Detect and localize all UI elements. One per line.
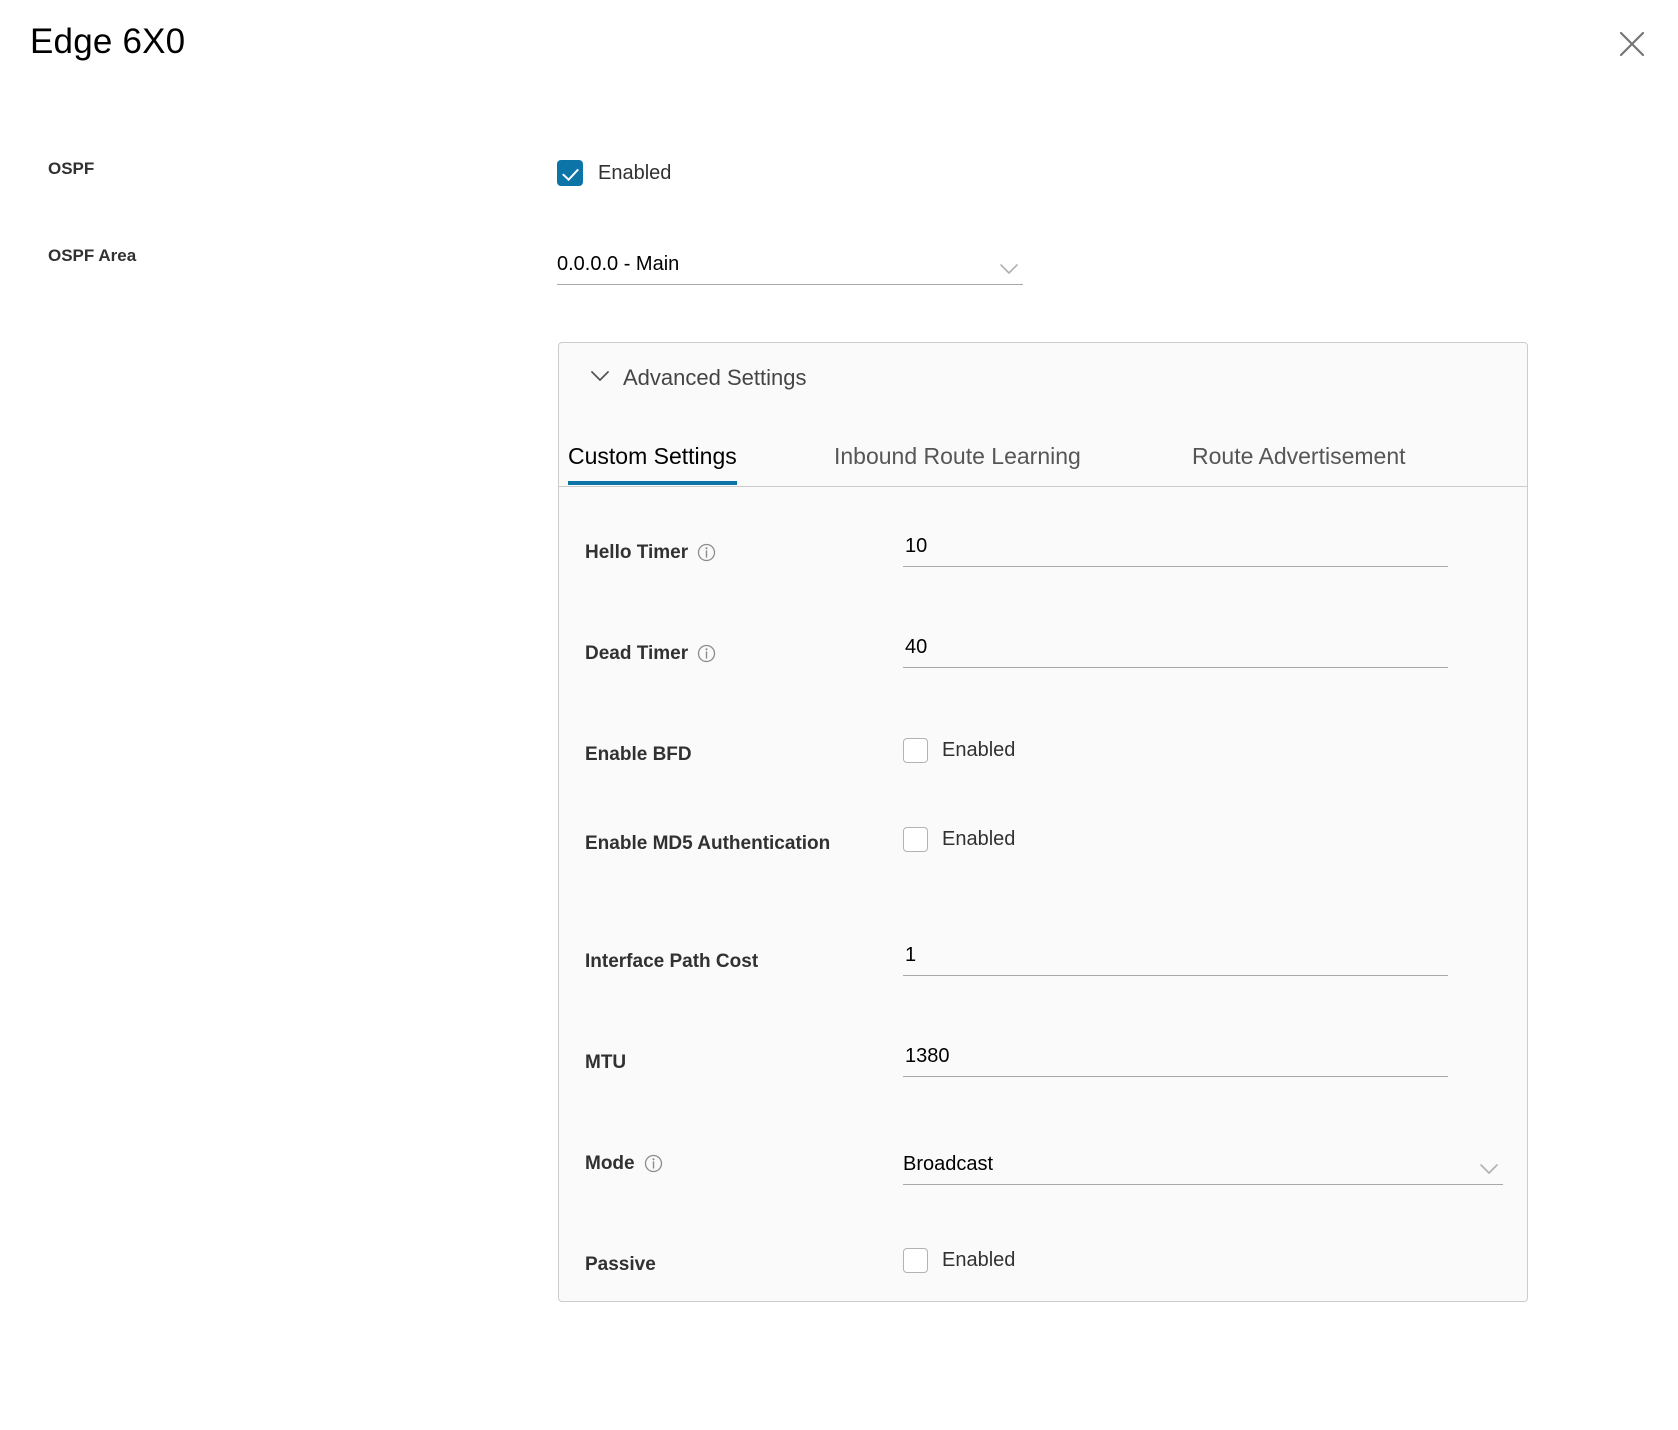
field-row-enable-bfd: Enable BFD Enabled — [559, 737, 1527, 801]
field-row-passive: Passive Enabled — [559, 1247, 1527, 1301]
chevron-down-icon — [1479, 1162, 1499, 1184]
tab-bar: Custom Settings Inbound Route Learning R… — [559, 436, 1527, 487]
enable-bfd-control: Enabled — [903, 737, 1448, 768]
hello-timer-input[interactable] — [903, 531, 1448, 567]
field-row-interface-path-cost: Interface Path Cost — [559, 940, 1527, 1008]
tab-custom-settings[interactable]: Custom Settings — [568, 436, 737, 485]
mode-select[interactable]: Broadcast — [903, 1144, 1503, 1185]
enable-bfd-checkbox[interactable]: Enabled — [903, 737, 1015, 763]
field-row-mode: Mode Broadcast — [559, 1150, 1527, 1210]
mode-control: Broadcast — [903, 1144, 1503, 1185]
interface-path-cost-control — [903, 940, 1448, 976]
passive-control: Enabled — [903, 1247, 1448, 1278]
dead-timer-control — [903, 632, 1448, 668]
dead-timer-label: Dead Timer — [585, 640, 885, 668]
checkbox-box — [903, 1247, 928, 1273]
advanced-settings-panel: Advanced Settings Custom Settings Inboun… — [558, 342, 1528, 1302]
tab-route-advertisement[interactable]: Route Advertisement — [1192, 436, 1406, 485]
page-title: Edge 6X0 — [30, 22, 186, 61]
enable-md5-checkbox-label: Enabled — [942, 828, 1016, 850]
passive-label: Passive — [585, 1254, 656, 1275]
ospf-label: OSPF — [48, 159, 95, 178]
mode-label: Mode — [585, 1150, 885, 1178]
tab-label: Custom Settings — [568, 443, 737, 469]
checkbox-box — [903, 826, 928, 852]
passive-checkbox-label: Enabled — [942, 1249, 1016, 1271]
passive-checkbox[interactable]: Enabled — [903, 1247, 1015, 1273]
mtu-label: MTU — [585, 1052, 627, 1073]
tab-label: Route Advertisement — [1192, 443, 1406, 469]
close-button[interactable] — [1612, 24, 1652, 64]
interface-path-cost-input[interactable] — [903, 940, 1448, 976]
mtu-control — [903, 1041, 1448, 1077]
chevron-down-icon — [999, 262, 1019, 284]
checkbox-box — [903, 737, 928, 763]
enable-bfd-label: Enable BFD — [585, 744, 692, 765]
ospf-area-label: OSPF Area — [48, 246, 137, 265]
advanced-settings-title: Advanced Settings — [623, 365, 807, 390]
ospf-enabled-label: Enabled — [598, 162, 672, 184]
info-icon[interactable] — [697, 543, 716, 562]
mode-value: Broadcast — [903, 1153, 994, 1175]
ospf-area-select[interactable]: 0.0.0.0 - Main — [557, 243, 1023, 285]
enable-bfd-checkbox-label: Enabled — [942, 739, 1016, 761]
info-icon[interactable] — [644, 1154, 663, 1173]
field-row-hello-timer: Hello Timer — [559, 531, 1527, 599]
field-row-mtu: MTU — [559, 1041, 1527, 1109]
ospf-enabled-checkbox[interactable]: Enabled — [557, 160, 671, 186]
tab-label: Inbound Route Learning — [834, 443, 1081, 469]
field-row-enable-md5: Enable MD5 Authentication Enabled — [559, 826, 1527, 920]
field-row-dead-timer: Dead Timer — [559, 632, 1527, 700]
interface-path-cost-label: Interface Path Cost — [585, 951, 759, 972]
hello-timer-label: Hello Timer — [585, 539, 885, 567]
tab-inbound-route-learning[interactable]: Inbound Route Learning — [834, 436, 1081, 485]
enable-md5-checkbox[interactable]: Enabled — [903, 826, 1015, 852]
enable-md5-control: Enabled — [903, 826, 1448, 857]
enable-md5-label: Enable MD5 Authentication — [585, 833, 831, 854]
mtu-input[interactable] — [903, 1041, 1448, 1077]
dialog-header: Edge 6X0 — [0, 0, 1678, 100]
advanced-settings-toggle[interactable]: Advanced Settings — [589, 363, 806, 393]
ospf-area-value: 0.0.0.0 - Main — [557, 253, 680, 275]
close-icon — [1618, 30, 1646, 58]
info-icon[interactable] — [697, 644, 716, 663]
checkbox-box — [557, 160, 583, 186]
hello-timer-control — [903, 531, 1448, 567]
chevron-down-icon — [589, 368, 611, 388]
dead-timer-input[interactable] — [903, 632, 1448, 668]
